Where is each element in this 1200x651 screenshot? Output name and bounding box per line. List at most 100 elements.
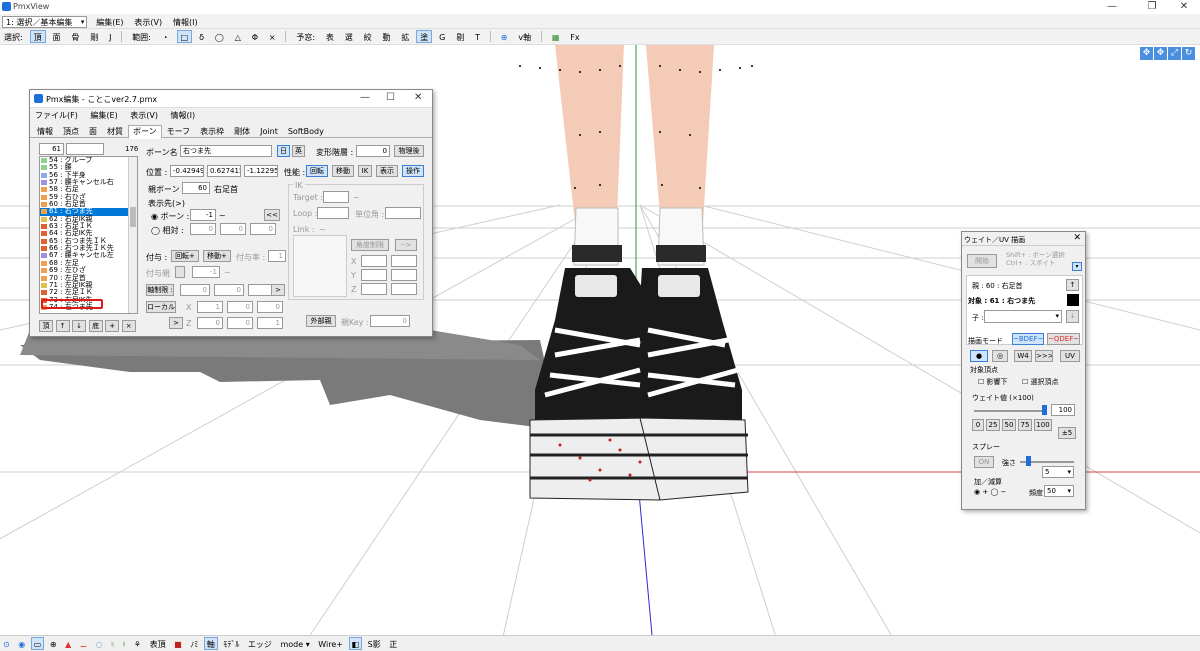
tab-rigid-body[interactable]: 剛体 xyxy=(229,125,255,139)
frequency-dropdown[interactable]: 50 ▾ xyxy=(1044,485,1074,497)
local-z1-field[interactable]: 0 xyxy=(197,317,223,329)
ik-x-max-field[interactable] xyxy=(391,255,417,267)
local-axis-button[interactable]: ローカル軸 xyxy=(146,301,176,313)
pmx-menu-info[interactable]: 情報(I) xyxy=(166,110,201,122)
bone-list-scrollbar[interactable] xyxy=(128,157,137,313)
position-x-field[interactable]: -0.429494 xyxy=(170,165,204,177)
ik-loop-field[interactable] xyxy=(317,207,349,219)
pmx-menu-file[interactable]: ファイル(F) xyxy=(30,110,83,122)
list-bottom-button[interactable]: 底 xyxy=(88,320,103,332)
triangle-icon[interactable]: ▲ xyxy=(62,637,74,650)
radio-bone[interactable]: ◉ ボーン : xyxy=(151,211,189,222)
axis-button[interactable]: 軸 xyxy=(203,637,218,650)
ik-unit-field[interactable] xyxy=(385,207,421,219)
grant-move-button[interactable]: 移動+ xyxy=(203,250,231,262)
range-triangle-button[interactable]: △ xyxy=(231,30,245,43)
range-delta-button[interactable]: δ xyxy=(195,30,208,43)
parent-jump-button[interactable]: ↑ xyxy=(1066,279,1079,291)
range-phi-button[interactable]: Φ xyxy=(248,30,262,43)
relative-y-field[interactable]: 0 xyxy=(220,223,246,235)
physics-after-button[interactable]: 物理後 xyxy=(394,145,424,157)
deform-level-field[interactable]: 0 xyxy=(356,145,390,157)
ik-y-max-field[interactable] xyxy=(391,269,417,281)
mode-dropdown[interactable]: 1: 選択／基本編集 ▾ xyxy=(2,16,88,28)
ik-y-min-field[interactable] xyxy=(361,269,387,281)
tool-filter-button[interactable]: 絞 xyxy=(360,30,376,43)
child-bone-dropdown[interactable]: ▾ xyxy=(984,310,1062,323)
influence-checkbox[interactable]: ☐ 影響下 xyxy=(978,377,1008,387)
perf-show-button[interactable]: 表示 xyxy=(376,165,398,177)
weight-slider-thumb[interactable] xyxy=(1042,405,1047,415)
spray-on-button[interactable]: ON xyxy=(974,456,994,468)
view-gizmo-buttons[interactable]: ✥ ✥ ⤢ ↻ xyxy=(1140,47,1198,61)
tab-bone[interactable]: ボーン xyxy=(128,125,162,139)
pmx-maximize-button[interactable]: ☐ xyxy=(386,92,395,103)
menu-edit[interactable]: 編集(E) xyxy=(92,15,127,28)
ik-z-min-field[interactable] xyxy=(361,283,387,295)
edge-button[interactable]: エッジ xyxy=(245,637,275,650)
pmx-minimize-button[interactable]: — xyxy=(360,92,370,103)
list-down-button[interactable]: ↓ xyxy=(72,320,87,332)
weight-value-field[interactable]: 100 xyxy=(1051,404,1075,416)
tab-morph[interactable]: モーフ xyxy=(162,125,196,139)
axis-icon[interactable]: ⊕ xyxy=(497,30,512,43)
start-button[interactable]: 開始 xyxy=(967,254,997,268)
bone-list[interactable]: 54 : グループ 55 : 腰 56 : 下半身 57 : 腰キャンセル右 58 : … xyxy=(39,156,138,314)
tool-cut-button[interactable]: 剔 xyxy=(452,30,468,43)
ik-x-min-field[interactable] xyxy=(361,255,387,267)
select-joint-button[interactable]: J xyxy=(105,30,115,43)
pmx-menu-edit[interactable]: 編集(E) xyxy=(85,110,122,122)
range-clear-button[interactable]: × xyxy=(265,30,280,43)
ik-z-max-field[interactable] xyxy=(391,283,417,295)
tab-vertex[interactable]: 頂点 xyxy=(58,125,84,139)
relative-x-field[interactable]: 0 xyxy=(190,223,216,235)
perf-rotate-button[interactable]: 回転 xyxy=(306,165,328,177)
ik-link-list[interactable] xyxy=(293,235,347,297)
bone-icon[interactable]: ⚊ xyxy=(77,637,90,650)
grant-parent-field[interactable]: -1 xyxy=(192,266,220,278)
grant-rate-field[interactable]: 1 xyxy=(268,250,286,262)
perf-move-button[interactable]: 移動 xyxy=(332,165,354,177)
weight-plusminus-button[interactable]: ±5 xyxy=(1058,427,1076,439)
select-vertex-button[interactable]: 頂 xyxy=(29,30,46,43)
pan-view-icon[interactable]: ✥ xyxy=(1154,47,1167,60)
minimize-button[interactable]: — xyxy=(1094,0,1130,14)
show-verts-button[interactable]: 表頂 xyxy=(147,637,169,650)
close-button[interactable]: ✕ xyxy=(1166,0,1200,14)
rotate-view-icon[interactable]: ↻ xyxy=(1182,47,1195,60)
local-z3-field[interactable]: 1 xyxy=(257,317,283,329)
range-circle-button[interactable]: ◯ xyxy=(211,30,228,43)
parent-bone-field[interactable]: 60 xyxy=(182,182,210,194)
select-face-button[interactable]: 面 xyxy=(48,30,64,43)
v-axis-button[interactable]: v軸 xyxy=(514,30,535,43)
axis-limit-button[interactable]: 軸制限 : xyxy=(146,284,174,296)
local-x2-field[interactable]: 0 xyxy=(227,301,253,313)
position-z-field[interactable]: -1.122951 xyxy=(244,165,278,177)
bone-search-field[interactable] xyxy=(66,143,104,155)
select-bone-button[interactable]: 骨 xyxy=(67,30,83,43)
ik-arrow-button[interactable]: --> xyxy=(395,239,417,251)
list-add-button[interactable]: + xyxy=(105,320,120,332)
perf-operate-button[interactable]: 操作 xyxy=(402,165,424,177)
relative-z-field[interactable]: 0 xyxy=(250,223,276,235)
parent-key-field[interactable]: 0 xyxy=(370,315,410,327)
mode-ring-button[interactable]: ◎ xyxy=(992,350,1008,362)
checkbox-icon[interactable]: ☐ xyxy=(978,378,984,386)
joint-icon[interactable]: ♮ xyxy=(108,637,117,650)
axis-limit-x-field[interactable]: 0 xyxy=(180,284,210,296)
tab-material[interactable]: 材質 xyxy=(102,125,128,139)
local-x3-field[interactable]: 0 xyxy=(257,301,283,313)
mode-arrow-button[interactable]: >>> xyxy=(1035,350,1053,362)
add-sub-radios[interactable]: ◉ + ◯ − xyxy=(974,488,1006,496)
lang-jp-button[interactable]: 日 xyxy=(277,145,290,157)
radio-relative-icon[interactable]: ◯ xyxy=(151,226,160,235)
move-view-icon[interactable]: ✥ xyxy=(1140,47,1153,60)
grant-parent-button[interactable] xyxy=(175,266,185,278)
radio-minus-icon[interactable]: ◯ xyxy=(990,488,998,496)
tool-select-button[interactable]: 選 xyxy=(341,30,357,43)
target-color-swatch[interactable] xyxy=(1067,294,1079,306)
perf-ik-button[interactable]: IK xyxy=(358,165,372,177)
radio-relative[interactable]: ◯ 相対 : xyxy=(151,225,184,236)
bdef-button[interactable]: ~BDEF~ xyxy=(1012,333,1044,345)
mode-dropdown-button[interactable]: mode ▾ xyxy=(277,637,312,650)
